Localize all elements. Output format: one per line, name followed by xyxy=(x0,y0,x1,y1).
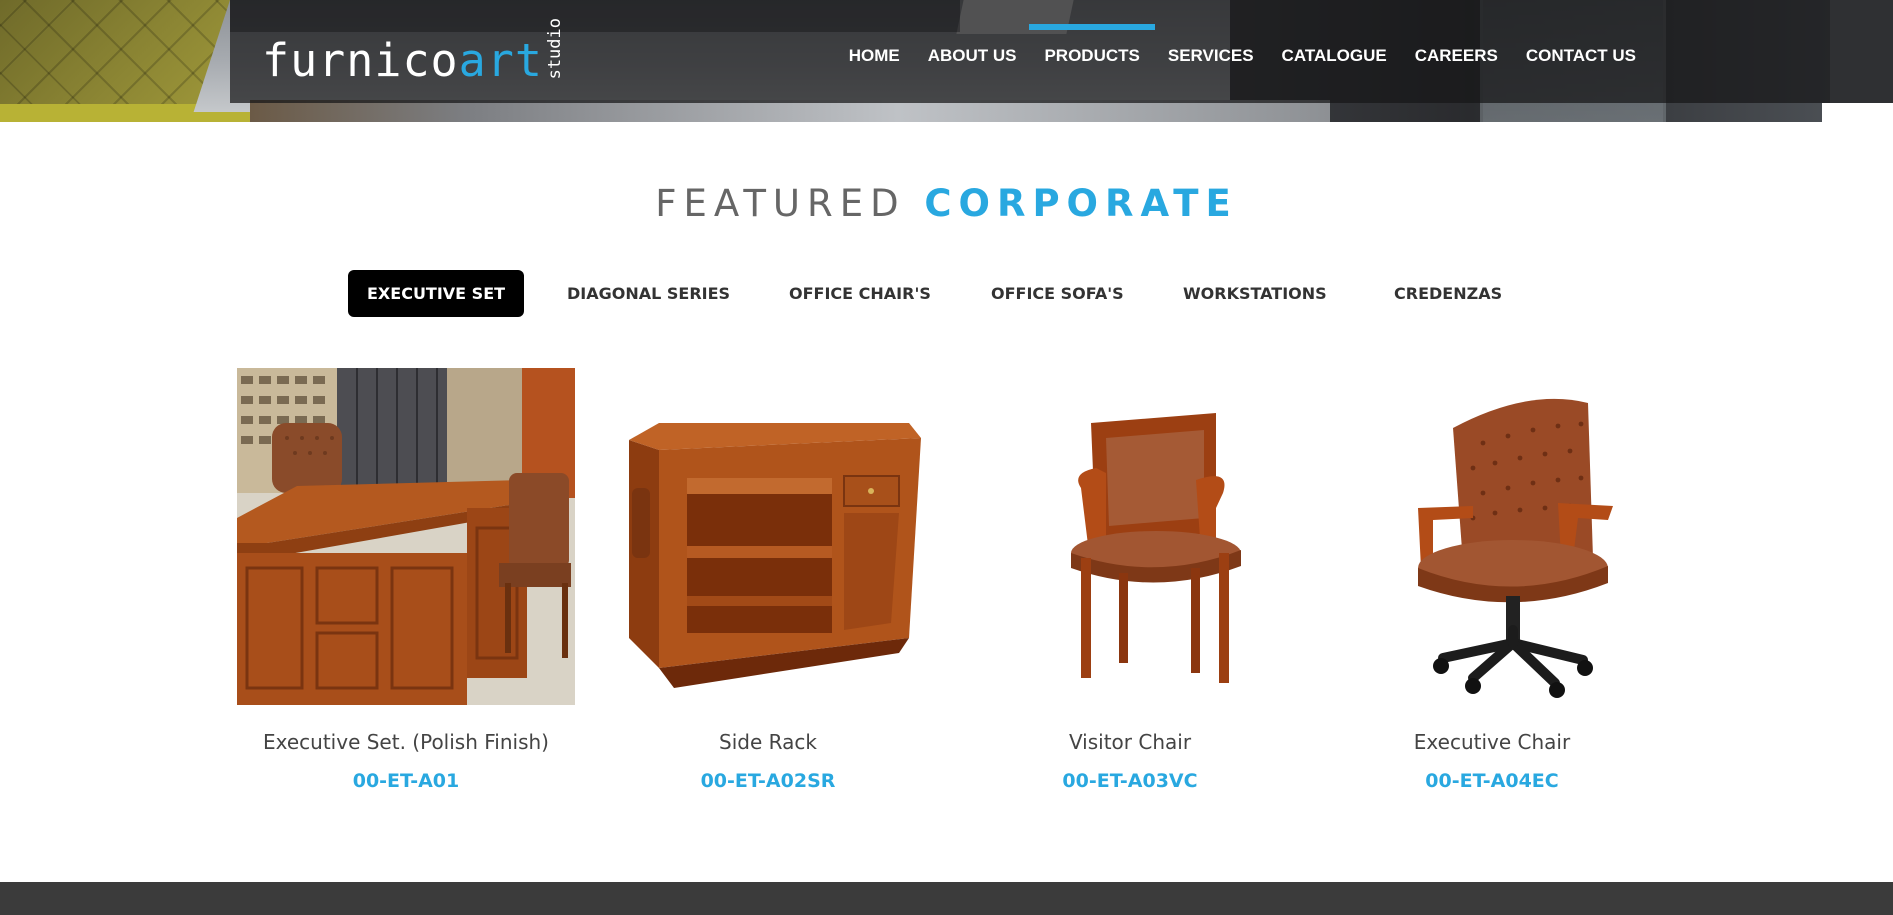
tab-office-sofas[interactable]: OFFICE SOFA'S xyxy=(991,270,1124,317)
nav-catalogue[interactable]: CATALOGUE xyxy=(1268,44,1401,68)
executive-desk-photo[interactable] xyxy=(237,368,575,705)
nav-home[interactable]: HOME xyxy=(835,44,914,68)
product-name[interactable]: Executive Set. (Polish Finish) xyxy=(207,730,605,754)
tab-office-chairs[interactable]: OFFICE CHAIR'S xyxy=(789,270,931,317)
executive-chair-photo[interactable] xyxy=(1323,368,1661,705)
tab-executive-set[interactable]: EXECUTIVE SET xyxy=(348,270,525,317)
header-corner xyxy=(1822,103,1893,122)
nav-about-us[interactable]: ABOUT US xyxy=(914,44,1031,68)
tab-credenzas[interactable]: CREDENZAS xyxy=(1394,270,1502,317)
desk-edge-background xyxy=(250,100,1330,122)
header-bar-shade xyxy=(230,0,960,32)
nav-careers[interactable]: CAREERS xyxy=(1401,44,1512,68)
product-code[interactable]: 00-ET-A03VC xyxy=(961,770,1299,792)
logo-sub-text: studio xyxy=(544,18,565,80)
nav-products[interactable]: PRODUCTS xyxy=(1029,24,1156,68)
nav-services[interactable]: SERVICES xyxy=(1154,44,1268,68)
visitor-chair-photo[interactable] xyxy=(961,368,1299,705)
product-name[interactable]: Side Rack xyxy=(569,730,967,754)
nav-contact-us[interactable]: CONTACT US xyxy=(1512,44,1650,68)
product-code[interactable]: 00-ET-A01 xyxy=(237,770,575,792)
logo-accent-text: art xyxy=(458,34,543,87)
tab-diagonal-series[interactable]: DIAGONAL SERIES xyxy=(567,270,730,317)
tab-workstations[interactable]: WORKSTATIONS xyxy=(1183,270,1327,317)
heading-part-1: FEATURED xyxy=(655,182,906,225)
product-code[interactable]: 00-ET-A02SR xyxy=(599,770,937,792)
product-name[interactable]: Executive Chair xyxy=(1293,730,1691,754)
logo-main-text: furnico xyxy=(262,34,459,87)
product-name[interactable]: Visitor Chair xyxy=(931,730,1329,754)
site-logo[interactable]: furnicoart studio xyxy=(262,18,565,86)
logo-wordmark: furnicoart xyxy=(262,36,543,86)
heading-part-2: CORPORATE xyxy=(924,182,1238,225)
side-rack-photo[interactable] xyxy=(599,368,937,705)
product-code[interactable]: 00-ET-A04EC xyxy=(1323,770,1661,792)
main-nav: HOME ABOUT US PRODUCTS SERVICES CATALOGU… xyxy=(835,24,1650,68)
product-grid: Executive Set. (Polish Finish) 00-ET-A01… xyxy=(237,368,1662,808)
section-heading: FEATURED CORPORATE xyxy=(0,182,1893,225)
footer xyxy=(0,882,1893,915)
